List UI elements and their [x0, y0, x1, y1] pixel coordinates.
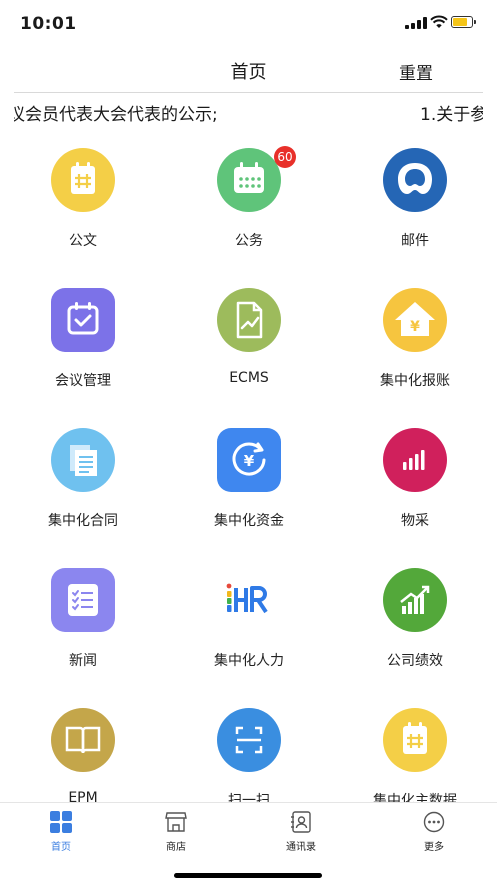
- home-indicator: [174, 873, 322, 878]
- grid-icon: [50, 811, 72, 833]
- notification-badge: 60: [274, 146, 296, 168]
- tile-master-data[interactable]: 集中化主数据: [332, 688, 497, 802]
- tile-reimburse[interactable]: ¥ 集中化报账: [332, 268, 497, 408]
- contacts-icon: [291, 811, 311, 833]
- marquee-text-left[interactable]: 议会员代表大会代表的公示;: [14, 100, 218, 125]
- battery-icon: [451, 16, 476, 28]
- tile-meeting[interactable]: 会议管理: [0, 268, 166, 408]
- tile-label: 扫一扫: [228, 793, 270, 802]
- tile-label: ECMS: [229, 370, 269, 386]
- tile-label: 公务: [235, 233, 263, 249]
- tab-label: 通讯录: [286, 842, 316, 853]
- tile-label: 集中化主数据: [373, 793, 457, 802]
- reimburse-icon: ¥: [383, 288, 447, 352]
- tile-gongwu[interactable]: 60 公务: [166, 128, 332, 268]
- performance-icon: [383, 568, 447, 632]
- announcement-marquee[interactable]: 议会员代表大会代表的公示; 1.关于参: [14, 98, 483, 126]
- news-icon: [51, 568, 115, 632]
- procurement-icon: [383, 428, 447, 492]
- tile-funds[interactable]: ¥ 集中化资金: [166, 408, 332, 548]
- store-icon: [165, 812, 187, 832]
- tile-label: 邮件: [401, 233, 429, 249]
- reset-button[interactable]: 重置: [399, 59, 433, 84]
- svg-text:¥: ¥: [410, 319, 420, 335]
- tile-label: 集中化报账: [380, 373, 450, 389]
- cellular-signal-icon: [405, 17, 427, 29]
- tile-label: 公司绩效: [387, 653, 443, 669]
- status-time: 10:01: [20, 14, 77, 34]
- wifi-icon: [430, 15, 448, 28]
- tile-ecms[interactable]: ECMS: [166, 268, 332, 408]
- tile-news[interactable]: 新闻: [0, 548, 166, 688]
- nav-divider: [14, 92, 483, 93]
- tile-label: 集中化人力: [214, 653, 284, 669]
- tile-label: 公文: [69, 233, 97, 249]
- scan-icon: [217, 708, 281, 772]
- tab-store[interactable]: 商店: [136, 809, 216, 857]
- ecms-icon: [217, 288, 281, 352]
- mail-icon: [383, 148, 447, 212]
- more-icon: [423, 811, 445, 833]
- nav-bar: 首页 重置: [0, 50, 497, 93]
- tab-label: 更多: [424, 842, 444, 853]
- book-icon: [51, 708, 115, 772]
- contract-icon: [51, 428, 115, 492]
- tile-label: EPM: [68, 790, 98, 802]
- tile-label: 集中化合同: [48, 513, 118, 529]
- document-icon: [51, 148, 115, 212]
- marquee-text-right[interactable]: 1.关于参: [420, 100, 483, 125]
- tile-label: 新闻: [69, 653, 97, 669]
- tile-epm[interactable]: EPM: [0, 688, 166, 802]
- calendar-icon: [217, 148, 281, 212]
- ihr-logo-icon: [217, 568, 281, 632]
- tile-youjian[interactable]: 邮件: [332, 128, 497, 268]
- tile-performance[interactable]: 公司绩效: [332, 548, 497, 688]
- app-grid: 公文 60 公务 邮件 会议管理 ECMS ¥ 集中化报账 集中化合同 ¥ 集中…: [0, 128, 497, 802]
- tile-procurement[interactable]: 物采: [332, 408, 497, 548]
- funds-icon: ¥: [217, 428, 281, 492]
- tile-hr[interactable]: 集中化人力: [166, 548, 332, 688]
- master-data-icon: [383, 708, 447, 772]
- tab-contacts[interactable]: 通讯录: [261, 809, 341, 857]
- tab-bar: 首页 商店 通讯录 更多: [0, 802, 497, 863]
- meeting-icon: [51, 288, 115, 352]
- svg-text:¥: ¥: [244, 452, 255, 470]
- tile-gongwen[interactable]: 公文: [0, 128, 166, 268]
- tile-contract[interactable]: 集中化合同: [0, 408, 166, 548]
- tile-label: 集中化资金: [214, 513, 284, 529]
- tile-label: 会议管理: [55, 373, 111, 389]
- tab-home[interactable]: 首页: [21, 809, 101, 857]
- tab-label: 首页: [51, 842, 71, 853]
- status-bar: 10:01: [0, 0, 497, 50]
- tab-more[interactable]: 更多: [394, 809, 474, 857]
- tile-scan[interactable]: 扫一扫: [166, 688, 332, 802]
- tile-label: 物采: [401, 513, 429, 529]
- tab-label: 商店: [166, 842, 186, 853]
